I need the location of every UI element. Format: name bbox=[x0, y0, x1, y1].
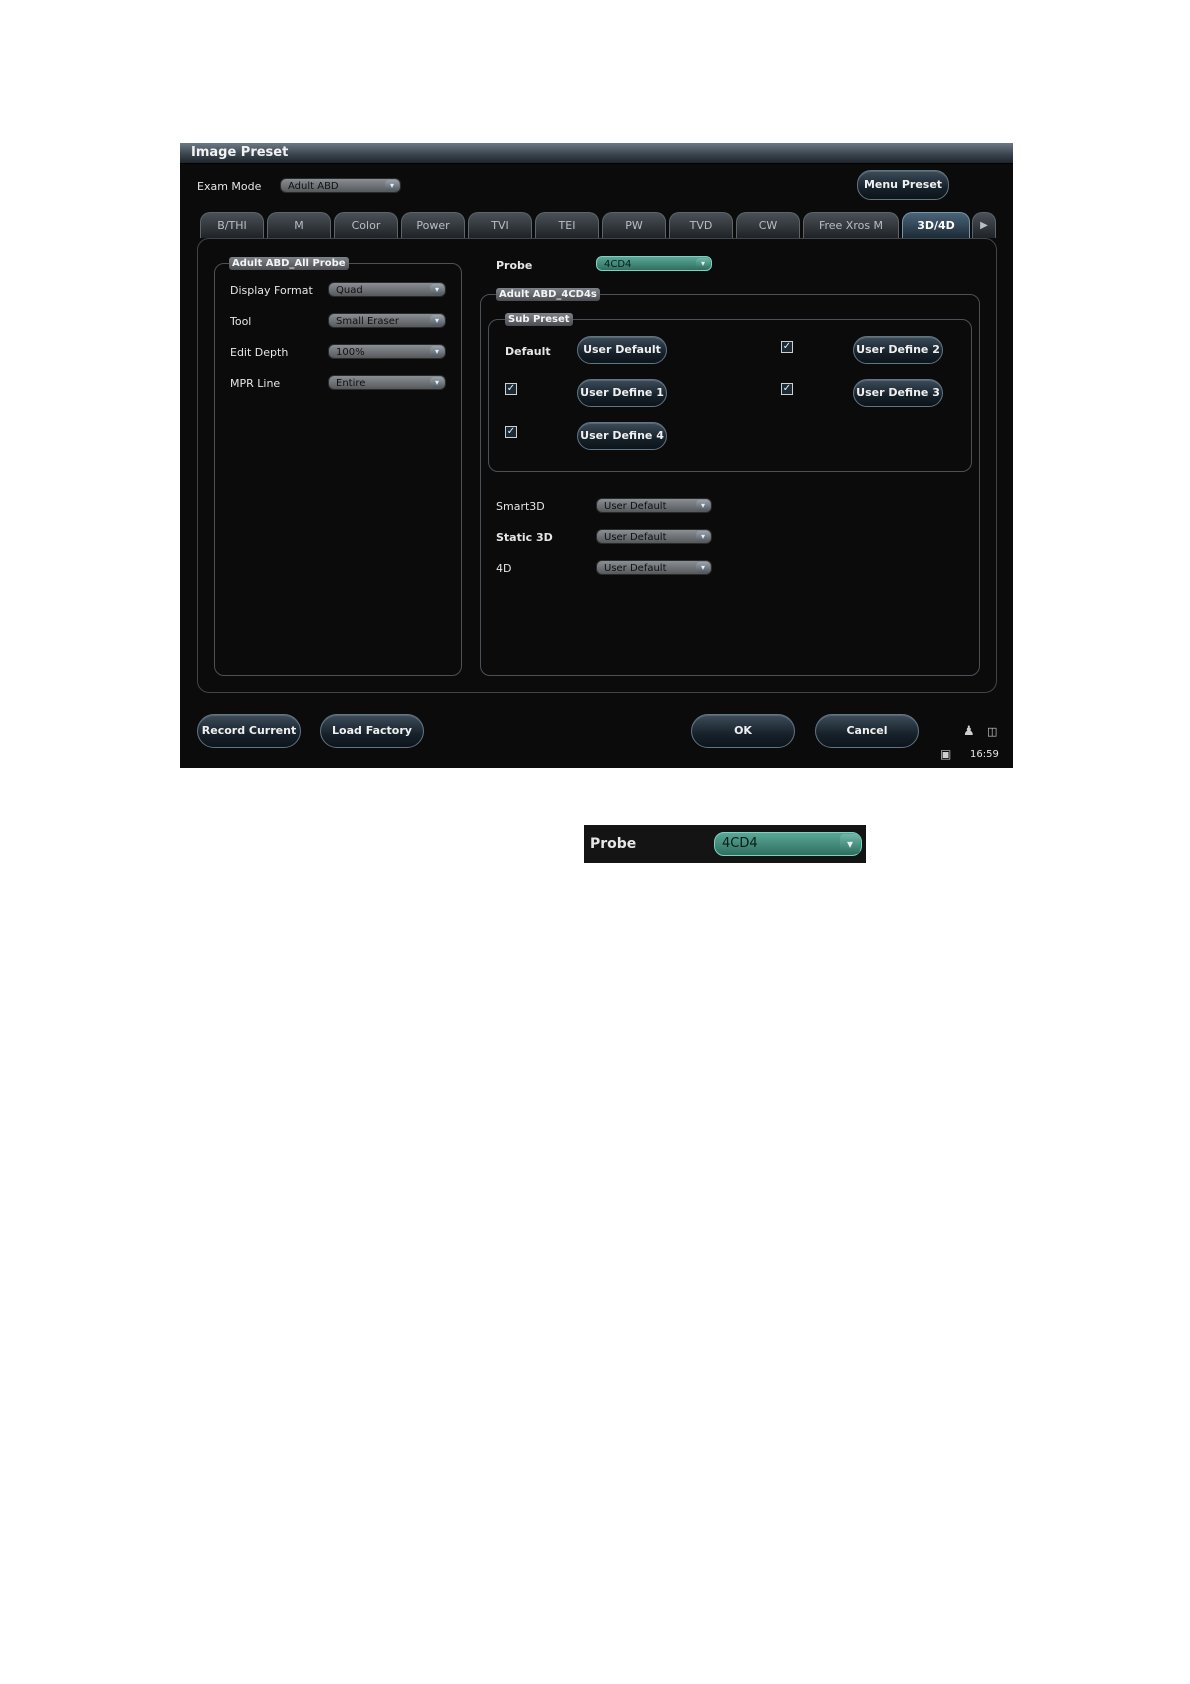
smart3d-label: Smart3D bbox=[496, 500, 545, 513]
user-define-2-checkbox[interactable]: ✓ bbox=[781, 341, 793, 353]
user-define-4-button[interactable]: User Define 4 bbox=[577, 422, 667, 450]
static-3d-label: Static 3D bbox=[496, 531, 553, 544]
window-title: Image Preset bbox=[191, 145, 289, 160]
tab-tvi[interactable]: TVI bbox=[468, 212, 532, 238]
chevron-down-icon: ▾ bbox=[430, 346, 444, 357]
menu-preset-button[interactable]: Menu Preset bbox=[857, 170, 949, 200]
clock-time: 16:59 bbox=[970, 749, 999, 760]
user-icon: ♟ bbox=[963, 724, 975, 739]
smart3d-value: User Default bbox=[604, 501, 667, 512]
4d-label: 4D bbox=[496, 562, 512, 575]
record-current-button[interactable]: Record Current bbox=[197, 714, 301, 748]
mpr-line-select[interactable]: Entire ▾ bbox=[328, 375, 446, 390]
image-preset-screenshot: Image Preset Exam Mode Adult ABD ▾ Menu … bbox=[180, 143, 1013, 768]
display-format-select[interactable]: Quad ▾ bbox=[328, 282, 446, 297]
exam-mode-select[interactable]: Adult ABD ▾ bbox=[280, 178, 401, 193]
exam-mode-value: Adult ABD bbox=[288, 181, 339, 192]
zoom-probe-value: 4CD4 bbox=[722, 836, 758, 851]
chevron-down-icon: ▾ bbox=[840, 834, 860, 854]
4d-value: User Default bbox=[604, 563, 667, 574]
edit-depth-value: 100% bbox=[336, 347, 365, 358]
window-title-bar: Image Preset bbox=[180, 143, 1013, 164]
sub-preset-legend: Sub Preset bbox=[505, 313, 573, 326]
tool-select[interactable]: Small Eraser ▾ bbox=[328, 313, 446, 328]
chevron-right-icon: ▶ bbox=[980, 220, 988, 231]
tab-cw[interactable]: CW bbox=[736, 212, 800, 238]
tab-power[interactable]: Power bbox=[401, 212, 465, 238]
tool-label: Tool bbox=[230, 315, 252, 328]
display-format-value: Quad bbox=[336, 285, 363, 296]
smart3d-select[interactable]: User Default ▾ bbox=[596, 498, 712, 513]
tab-free-xros-m[interactable]: Free Xros M bbox=[803, 212, 899, 238]
tab-tei[interactable]: TEI bbox=[535, 212, 599, 238]
probe-value: 4CD4 bbox=[604, 259, 632, 270]
display-format-label: Display Format bbox=[230, 284, 313, 297]
chevron-down-icon: ▾ bbox=[696, 258, 710, 269]
zoom-probe-label: Probe bbox=[590, 836, 637, 852]
edit-depth-select[interactable]: 100% ▾ bbox=[328, 344, 446, 359]
default-label: Default bbox=[505, 345, 551, 358]
chevron-down-icon: ▾ bbox=[430, 315, 444, 326]
chevron-down-icon: ▾ bbox=[696, 500, 710, 511]
tab-b-thi[interactable]: B/THI bbox=[200, 212, 264, 238]
chevron-down-icon: ▾ bbox=[430, 377, 444, 388]
tab-m[interactable]: M bbox=[267, 212, 331, 238]
zoom-probe-select: 4CD4 ▾ bbox=[714, 832, 862, 856]
chevron-down-icon: ▾ bbox=[696, 531, 710, 542]
chevron-down-icon: ▾ bbox=[430, 284, 444, 295]
tab-color[interactable]: Color bbox=[334, 212, 398, 238]
tab-scroll-right-button[interactable]: ▶ bbox=[972, 212, 996, 238]
user-define-1-checkbox[interactable]: ✓ bbox=[505, 383, 517, 395]
user-define-2-button[interactable]: User Define 2 bbox=[853, 336, 943, 364]
user-define-3-button[interactable]: User Define 3 bbox=[853, 379, 943, 407]
cancel-button[interactable]: Cancel bbox=[815, 714, 919, 748]
left-panel-legend: Adult ABD_All Probe bbox=[229, 257, 349, 270]
tool-value: Small Eraser bbox=[336, 316, 399, 327]
right-panel-legend: Adult ABD_4CD4s bbox=[496, 288, 600, 301]
load-factory-button[interactable]: Load Factory bbox=[320, 714, 424, 748]
monitor-icon: ▣ bbox=[940, 747, 952, 761]
static-3d-select[interactable]: User Default ▾ bbox=[596, 529, 712, 544]
probe-zoom-inset: Probe 4CD4 ▾ bbox=[584, 825, 866, 863]
tab-pw[interactable]: PW bbox=[602, 212, 666, 238]
trash-icon: ◫ bbox=[987, 725, 998, 738]
4d-select[interactable]: User Default ▾ bbox=[596, 560, 712, 575]
user-define-1-button[interactable]: User Define 1 bbox=[577, 379, 667, 407]
chevron-down-icon: ▾ bbox=[385, 180, 399, 191]
edit-depth-label: Edit Depth bbox=[230, 346, 289, 359]
tab-tvd[interactable]: TVD bbox=[669, 212, 733, 238]
user-define-3-checkbox[interactable]: ✓ bbox=[781, 383, 793, 395]
mpr-line-value: Entire bbox=[336, 378, 366, 389]
exam-mode-label: Exam Mode bbox=[197, 180, 262, 193]
user-default-button[interactable]: User Default bbox=[577, 336, 667, 364]
probe-label: Probe bbox=[496, 259, 533, 272]
probe-select[interactable]: 4CD4 ▾ bbox=[596, 256, 712, 271]
static-3d-value: User Default bbox=[604, 532, 667, 543]
ok-button[interactable]: OK bbox=[691, 714, 795, 748]
tab-3d-4d[interactable]: 3D/4D bbox=[902, 212, 970, 238]
user-define-4-checkbox[interactable]: ✓ bbox=[505, 426, 517, 438]
chevron-down-icon: ▾ bbox=[696, 562, 710, 573]
mpr-line-label: MPR Line bbox=[230, 377, 281, 390]
